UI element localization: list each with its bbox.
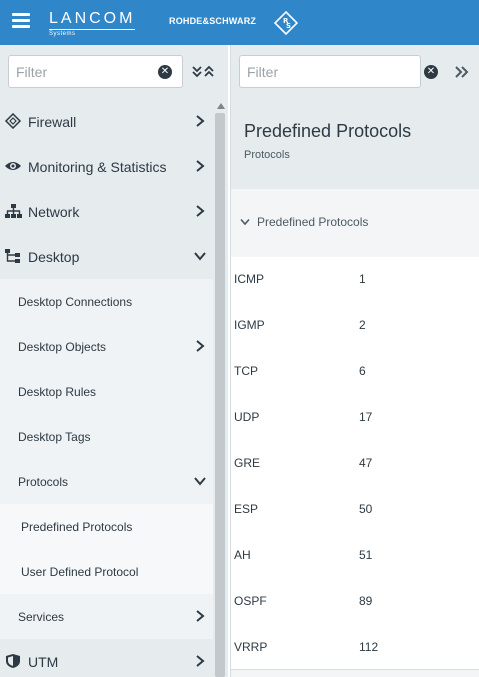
chevron-right-icon — [196, 610, 205, 622]
protocol-row[interactable]: TCP 6 — [231, 349, 479, 395]
protocol-name: GRE — [234, 456, 261, 470]
nav-filter-input[interactable] — [8, 55, 183, 88]
svg-text:S: S — [286, 22, 291, 30]
navigation-panel: ✕ Firewall Monitoring & Statistics — [0, 45, 228, 677]
firewall-icon — [4, 113, 22, 129]
chevron-right-icon — [196, 160, 205, 172]
chevron-right-icon — [196, 655, 205, 667]
protocol-number: 47 — [359, 456, 373, 470]
expand-collapse-all-icon[interactable] — [190, 63, 216, 81]
hamburger-menu-icon[interactable] — [12, 13, 30, 29]
nav-item-label: Monitoring & Statistics — [28, 158, 167, 175]
chevron-right-icon — [196, 205, 205, 217]
protocol-number: 50 — [359, 502, 373, 516]
shield-icon — [6, 654, 20, 668]
nav-item-label: Protocols — [18, 474, 69, 489]
protocol-name: TCP — [234, 364, 258, 378]
nav-item-label: Desktop Rules — [18, 384, 97, 399]
nav-item-predefined-protocols[interactable]: Predefined Protocols — [0, 504, 213, 549]
scrollbar-thumb[interactable] — [215, 113, 225, 677]
protocol-name: ICMP — [234, 272, 264, 286]
content-panel: ✕ Predefined Protocols Protocols Predefi… — [230, 45, 479, 677]
protocol-number: 6 — [359, 364, 366, 378]
nav-filter-bar: ✕ — [0, 45, 228, 99]
chevron-down-icon — [240, 218, 250, 226]
nav-item-label: Firewall — [28, 113, 77, 130]
rohde-schwarz-logo-icon: R S — [274, 11, 298, 35]
nav-item-services[interactable]: Services — [0, 594, 213, 639]
network-icon — [5, 204, 22, 218]
app-header: LANCOM Systems ROHDE&SCHWARZ R S — [0, 0, 479, 45]
page-title: Predefined Protocols — [244, 121, 412, 141]
nav-item-label: Desktop Tags — [18, 429, 91, 444]
protocol-row[interactable]: UDP 17 — [231, 395, 479, 441]
protocol-number: 51 — [359, 548, 373, 562]
nav-scrollbar[interactable] — [213, 99, 228, 677]
nav-item-label: User Defined Protocol — [21, 564, 139, 579]
nav-item-utm[interactable]: UTM — [0, 639, 213, 677]
nav-item-label: Predefined Protocols — [21, 519, 133, 534]
nav-item-desktop[interactable]: Desktop — [0, 234, 213, 279]
eye-icon — [5, 162, 21, 170]
chevron-down-icon — [194, 252, 206, 261]
protocol-number: 112 — [359, 640, 379, 654]
nav-item-desktop-connections[interactable]: Desktop Connections — [0, 279, 213, 324]
nav-tree: Firewall Monitoring & Statistics Network — [0, 99, 213, 677]
nav-item-firewall[interactable]: Firewall — [0, 99, 213, 144]
clear-filter-icon[interactable]: ✕ — [424, 65, 438, 79]
nav-item-user-defined-protocol[interactable]: User Defined Protocol — [0, 549, 213, 594]
section-header-predefined-protocols[interactable]: Predefined Protocols — [231, 189, 479, 257]
content-filter-bar: ✕ — [231, 45, 479, 99]
collapse-panel-icon[interactable] — [454, 65, 470, 79]
protocol-number: 1 — [359, 272, 366, 286]
nav-item-desktop-tags[interactable]: Desktop Tags — [0, 414, 213, 459]
protocol-row[interactable]: GRE 47 — [231, 441, 479, 487]
lancom-logo: LANCOM Systems — [49, 10, 135, 37]
protocol-number: 17 — [359, 410, 373, 424]
protocol-list: ICMP 1 IGMP 2 TCP 6 UDP 17 GRE 47 ESP 50… — [231, 257, 479, 671]
protocol-name: UDP — [234, 410, 260, 424]
protocol-name: ESP — [234, 502, 259, 516]
list-bottom-edge — [231, 669, 479, 677]
nav-item-label: UTM — [28, 653, 59, 670]
protocol-name: IGMP — [234, 318, 265, 332]
nav-item-label: Desktop Objects — [18, 339, 107, 354]
protocol-row[interactable]: ICMP 1 — [231, 257, 479, 303]
nav-item-label: Desktop — [28, 248, 80, 265]
brand-sub: Systems — [49, 31, 76, 37]
nav-item-label: Desktop Connections — [18, 294, 133, 309]
page-header: Predefined Protocols Protocols — [231, 99, 479, 189]
partner-name: ROHDE&SCHWARZ — [169, 16, 257, 26]
nav-item-label: Services — [18, 609, 65, 624]
section-label: Predefined Protocols — [257, 215, 369, 229]
protocol-row[interactable]: IGMP 2 — [231, 303, 479, 349]
nav-item-network[interactable]: Network — [0, 189, 213, 234]
protocol-name: AH — [234, 548, 251, 562]
nav-item-protocols[interactable]: Protocols — [0, 459, 213, 504]
protocol-number: 89 — [359, 594, 373, 608]
protocol-name: OSPF — [234, 594, 267, 608]
nav-item-desktop-objects[interactable]: Desktop Objects — [0, 324, 213, 369]
protocol-row[interactable]: AH 51 — [231, 533, 479, 579]
nav-item-desktop-rules[interactable]: Desktop Rules — [0, 369, 213, 414]
chevron-down-icon — [194, 477, 206, 486]
chevron-right-icon — [196, 340, 205, 352]
nav-item-monitoring[interactable]: Monitoring & Statistics — [0, 144, 213, 189]
protocol-row[interactable]: ESP 50 — [231, 487, 479, 533]
chevron-right-icon — [196, 115, 205, 127]
nav-item-label: Network — [28, 203, 80, 220]
breadcrumb[interactable]: Protocols — [244, 149, 290, 161]
clear-filter-icon[interactable]: ✕ — [158, 65, 172, 79]
brand-name: LANCOM — [49, 10, 136, 27]
protocol-name: VRRP — [234, 640, 268, 654]
content-filter-input[interactable] — [239, 55, 421, 88]
protocol-number: 2 — [359, 318, 366, 332]
scroll-up-arrow-icon[interactable] — [217, 103, 225, 109]
protocol-row[interactable]: OSPF 89 — [231, 579, 479, 625]
protocol-row[interactable]: VRRP 112 — [231, 625, 479, 671]
desktop-icon — [5, 249, 20, 263]
